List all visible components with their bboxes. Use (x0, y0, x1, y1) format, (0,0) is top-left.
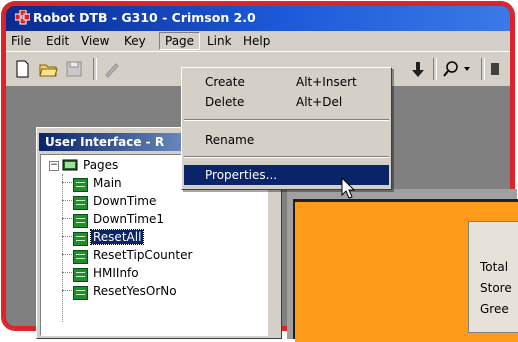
menu-view[interactable]: View (79, 34, 111, 48)
tree-connector (62, 182, 72, 183)
display-text-total: Total (480, 260, 509, 274)
open-folder-icon[interactable] (37, 58, 59, 80)
menu-item-label: Properties... (205, 168, 278, 182)
menu-page[interactable]: Page (159, 32, 201, 50)
tree-item-label: HMIInfo (93, 266, 139, 280)
page-icon (73, 232, 88, 246)
zoom-icon[interactable] (440, 58, 474, 80)
window-title: Robot DTB - G310 - Crimson 2.0 (33, 10, 256, 25)
panel-title: User Interface - R (45, 135, 165, 149)
menu-item-label: Create (205, 75, 245, 89)
page-icon (73, 250, 88, 264)
menu-item-properties[interactable]: Properties... (184, 165, 389, 185)
toolbar-separator (433, 58, 437, 80)
arrow-down-icon[interactable] (407, 58, 429, 80)
page-icon (73, 196, 88, 210)
menu-item-label: Delete (205, 95, 245, 109)
display-text-panel[interactable]: Total Store Gree (468, 221, 518, 333)
display-text-gree: Gree (480, 302, 509, 316)
menu-separator (184, 156, 389, 158)
page-icon (73, 178, 88, 192)
menu-item-label: Rename (205, 133, 255, 147)
tree-label-pages: Pages (83, 158, 119, 172)
menu-separator (184, 119, 389, 121)
tree-connector (62, 236, 72, 237)
page-design-area[interactable]: Total Store Gree (287, 189, 518, 342)
menu-item-shortcut: Alt+Del (296, 95, 343, 109)
menu-bar: File Edit View Key Page Link Help (3, 31, 513, 51)
crimson-app-icon (15, 10, 30, 25)
page-icon (73, 286, 88, 300)
tree-item-label: DownTime1 (93, 212, 165, 226)
tree-connector (62, 218, 72, 219)
toolbar-separator (481, 58, 485, 80)
tree-connector (62, 290, 72, 291)
tree-item-label-selected: ResetAll (89, 229, 145, 245)
menu-item-rename[interactable]: Rename (184, 130, 389, 150)
menu-key[interactable]: Key (122, 34, 148, 48)
menu-file[interactable]: File (9, 34, 33, 48)
collapse-icon[interactable]: − (49, 161, 59, 171)
menu-item-shortcut: Alt+Insert (296, 75, 357, 89)
tree-item-label: Main (93, 176, 122, 190)
page-menu-dropdown: Create Alt+Insert Delete Alt+Del Rename … (181, 67, 392, 190)
tree-item-label: DownTime (93, 194, 157, 208)
display-text-store: Store (480, 281, 512, 295)
menu-help[interactable]: Help (241, 34, 272, 48)
layout-icon[interactable] (488, 58, 504, 80)
new-file-icon[interactable] (11, 58, 33, 80)
tree-item-label: ResetTipCounter (93, 248, 193, 262)
save-icon[interactable] (63, 58, 85, 80)
pencil-icon[interactable] (100, 58, 122, 80)
monitor-icon (62, 159, 78, 171)
menu-item-create[interactable]: Create Alt+Insert (184, 72, 389, 92)
toolbar-separator (93, 58, 97, 80)
tree-connector (62, 200, 72, 201)
tree-connector (62, 272, 72, 273)
tree-connector (62, 254, 72, 255)
menu-link[interactable]: Link (205, 34, 234, 48)
tree-connector (62, 174, 63, 322)
title-bar: Robot DTB - G310 - Crimson 2.0 (3, 3, 513, 31)
tree-item-label: ResetYesOrNo (93, 284, 177, 298)
menu-item-delete[interactable]: Delete Alt+Del (184, 92, 389, 112)
menu-edit[interactable]: Edit (44, 34, 71, 48)
mouse-pointer-icon (341, 177, 356, 199)
page-icon (73, 214, 88, 228)
page-icon (73, 268, 88, 282)
